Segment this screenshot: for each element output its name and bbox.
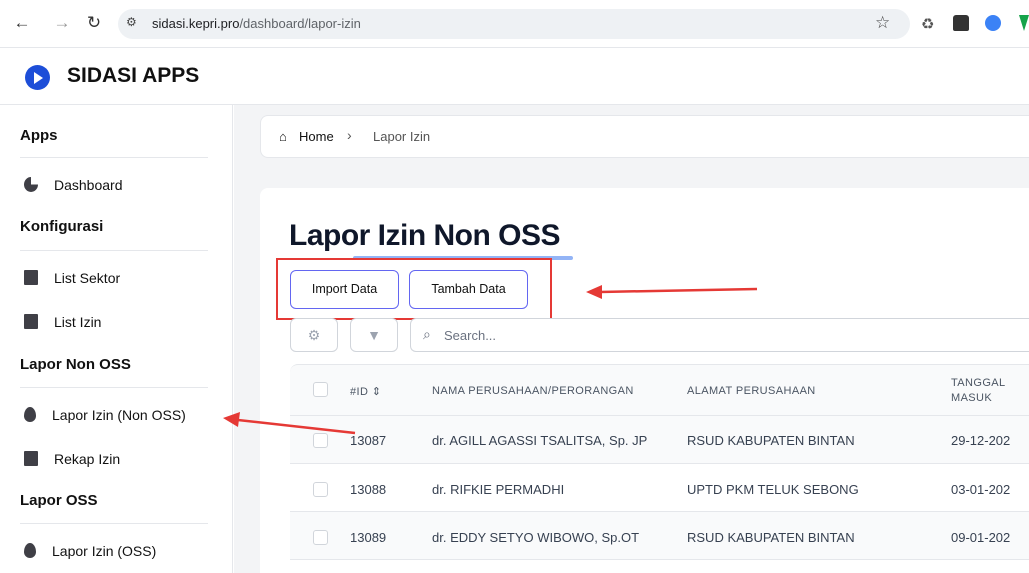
sidebar-item-label: List Sektor — [54, 270, 121, 286]
cell-name: dr. EDDY SETYO WIBOWO, Sp.OT — [432, 530, 640, 545]
column-header-date-line1: TANGGAL — [951, 377, 1006, 389]
sidebar-divider — [20, 523, 208, 524]
column-header-name: NAMA PERUSAHAAN/PERORANGAN — [432, 385, 634, 397]
drop-icon — [24, 543, 36, 558]
sidebar-item-lapor-izin-non-oss[interactable]: Lapor Izin (Non OSS) — [24, 407, 186, 423]
sidebar-divider — [20, 157, 208, 158]
url-text[interactable]: sidasi.kepri.pro/dashboard/lapor-izin — [152, 16, 361, 31]
select-all-checkbox[interactable] — [313, 382, 328, 397]
sidebar-item-list-sektor[interactable]: List Sektor — [24, 270, 120, 286]
page-title: Lapor Izin Non OSS — [289, 219, 561, 252]
row-checkbox[interactable] — [313, 433, 328, 448]
sidebar-heading-lapor-non-oss: Lapor Non OSS — [20, 356, 131, 373]
sort-icon: ⇕ — [371, 386, 382, 398]
search-icon: ⌕ — [423, 326, 431, 342]
pie-chart-icon — [24, 177, 38, 192]
cell-name: dr. AGILL AGASSI TSALITSA, Sp. JP — [432, 433, 648, 448]
reload-icon[interactable]: ↻ — [84, 13, 104, 33]
cell-date: 09-01-202 — [951, 530, 1011, 545]
table-header — [290, 364, 1029, 416]
column-header-address: ALAMAT PERUSAHAAN — [687, 385, 816, 397]
cell-id: 13088 — [350, 482, 387, 497]
cell-name: dr. RIFKIE PERMADHI — [432, 482, 565, 497]
settings-button[interactable]: ⚙ — [290, 318, 338, 352]
cell-address: UPTD PKM TELUK SEBONG — [687, 482, 859, 497]
home-icon[interactable]: ⌂ — [279, 129, 287, 144]
sidebar-item-dashboard[interactable]: Dashboard — [24, 177, 123, 193]
gear-icon: ⚙ — [307, 327, 321, 343]
back-icon[interactable]: ← — [12, 13, 32, 33]
book-icon — [24, 451, 38, 466]
book-icon — [24, 314, 38, 329]
cell-address: RSUD KABUPATEN BINTAN — [687, 530, 855, 545]
book-icon — [24, 270, 38, 285]
sidebar-item-list-izin[interactable]: List Izin — [24, 314, 101, 330]
drop-icon — [24, 407, 36, 422]
column-header-id[interactable]: #ID ⇕ — [350, 385, 381, 398]
sidebar-heading-lapor-oss: Lapor OSS — [20, 492, 98, 509]
sidebar-heading-apps: Apps — [20, 127, 58, 144]
search-input[interactable] — [444, 322, 1004, 348]
sidebar-item-label: Lapor Izin (OSS) — [52, 543, 157, 559]
row-checkbox[interactable] — [313, 530, 328, 545]
cell-date: 03-01-202 — [951, 482, 1011, 497]
sidebar-item-label: Dashboard — [54, 177, 123, 193]
url-host: sidasi.kepri.pro — [152, 16, 240, 31]
table-row[interactable] — [290, 464, 1029, 512]
row-checkbox[interactable] — [313, 482, 328, 497]
cell-date: 29-12-202 — [951, 433, 1011, 448]
app-logo-icon — [25, 65, 50, 90]
breadcrumb-current: Lapor Izin — [373, 129, 431, 144]
site-info-icon[interactable]: ⚙ — [126, 15, 137, 29]
cell-id: 13089 — [350, 530, 387, 545]
sidebar-item-lapor-izin-oss[interactable]: Lapor Izin (OSS) — [24, 543, 156, 559]
sidebar-divider — [20, 250, 208, 251]
bookmark-star-icon[interactable]: ☆ — [875, 13, 890, 33]
robot-extension-icon[interactable] — [953, 15, 969, 31]
annotation-highlight-box — [276, 258, 552, 320]
cell-address: RSUD KABUPATEN BINTAN — [687, 433, 855, 448]
forward-icon[interactable]: → — [52, 13, 72, 33]
column-header-id-label: #ID — [350, 386, 369, 398]
sidebar-item-rekap-izin[interactable]: Rekap Izin — [24, 451, 120, 467]
app-name: SIDASI APPS — [67, 64, 200, 87]
table-row[interactable] — [290, 416, 1029, 464]
cell-id: 13087 — [350, 433, 387, 448]
chevron-right-icon: › — [347, 127, 352, 143]
table-row[interactable] — [290, 512, 1029, 560]
sidebar-divider — [20, 387, 208, 388]
sidebar-heading-konfigurasi: Konfigurasi — [20, 218, 104, 235]
column-header-date-line2: MASUK — [951, 392, 993, 404]
breadcrumb-home-link[interactable]: Home — [299, 129, 334, 144]
recycle-extension-icon[interactable]: ♻ — [921, 15, 937, 33]
blue-extension-icon[interactable] — [985, 15, 1001, 31]
url-path: /dashboard/lapor-izin — [239, 16, 361, 31]
sidebar-item-label: List Izin — [54, 314, 102, 330]
sidebar-item-label: Lapor Izin (Non OSS) — [52, 407, 186, 423]
sidebar-item-label: Rekap Izin — [54, 451, 121, 467]
filter-button[interactable]: ▼ — [350, 318, 398, 352]
filter-icon: ▼ — [367, 327, 381, 343]
